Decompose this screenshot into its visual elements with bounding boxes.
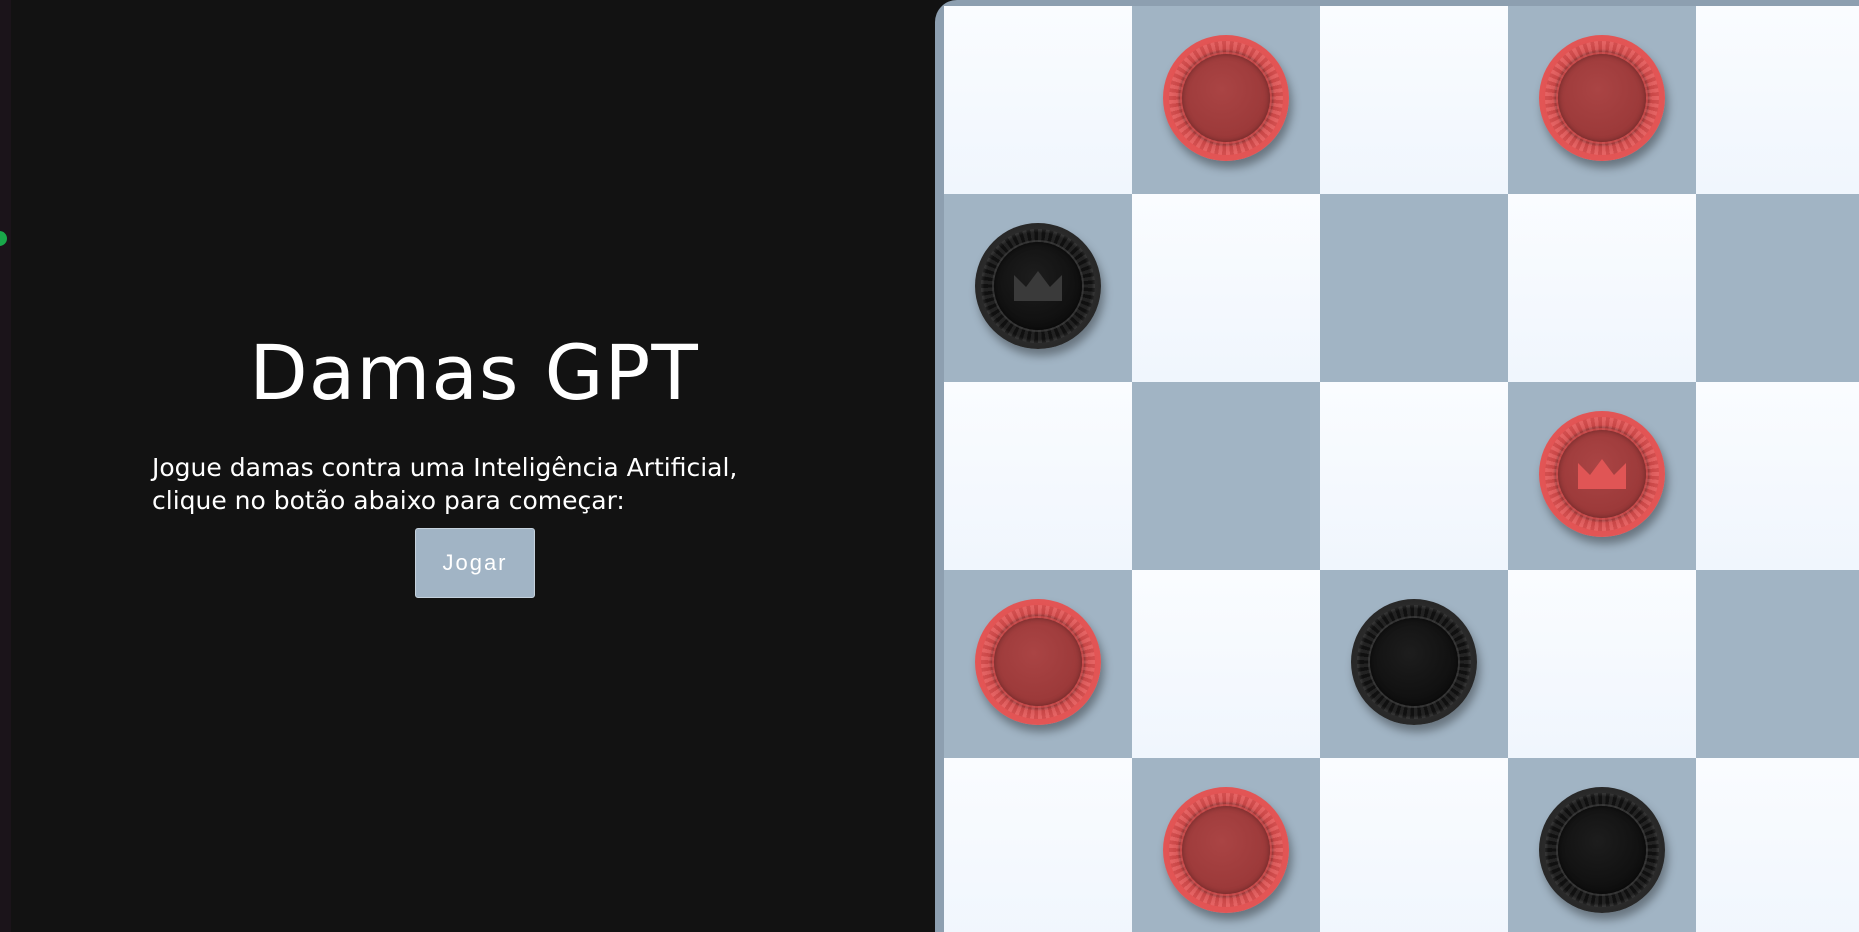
board-square[interactable] <box>1508 194 1696 382</box>
board-square[interactable] <box>1696 382 1859 570</box>
board-square[interactable] <box>1320 758 1508 932</box>
board-square[interactable] <box>944 382 1132 570</box>
crown-icon <box>1578 459 1626 489</box>
play-button[interactable]: Jogar <box>415 528 535 598</box>
board-square[interactable] <box>1132 570 1320 758</box>
board-square[interactable] <box>1320 570 1508 758</box>
board-square[interactable] <box>1508 570 1696 758</box>
board-square[interactable] <box>1508 6 1696 194</box>
board-square[interactable] <box>1508 758 1696 932</box>
intro-description: Jogue damas contra uma Inteligência Arti… <box>152 451 792 517</box>
board-square[interactable] <box>1132 194 1320 382</box>
description-line-1: Jogue damas contra uma Inteligência Arti… <box>152 453 738 482</box>
board-square[interactable] <box>1132 382 1320 570</box>
board-square[interactable] <box>1696 6 1859 194</box>
board-square[interactable] <box>944 194 1132 382</box>
board-square[interactable] <box>944 570 1132 758</box>
board-square[interactable] <box>1320 194 1508 382</box>
board-square[interactable] <box>1696 570 1859 758</box>
board-grid <box>944 6 1859 932</box>
board-square[interactable] <box>1508 382 1696 570</box>
checkers-board <box>935 0 1859 932</box>
red-piece[interactable] <box>1163 35 1289 161</box>
board-square[interactable] <box>944 758 1132 932</box>
crown-icon <box>1014 271 1062 301</box>
black-king-piece[interactable] <box>975 223 1101 349</box>
board-square[interactable] <box>1696 194 1859 382</box>
board-square[interactable] <box>1320 6 1508 194</box>
description-line-2: clique no botão abaixo para começar: <box>152 486 625 515</box>
black-piece[interactable] <box>1351 599 1477 725</box>
red-piece[interactable] <box>1539 35 1665 161</box>
board-square[interactable] <box>1696 758 1859 932</box>
board-square[interactable] <box>1132 758 1320 932</box>
page-title: Damas GPT <box>249 328 699 417</box>
app-page: Damas GPT Jogue damas contra uma Intelig… <box>0 0 1859 932</box>
board-square[interactable] <box>944 6 1132 194</box>
red-king-piece[interactable] <box>1539 411 1665 537</box>
red-piece[interactable] <box>975 599 1101 725</box>
board-square[interactable] <box>1132 6 1320 194</box>
black-piece[interactable] <box>1539 787 1665 913</box>
red-piece[interactable] <box>1163 787 1289 913</box>
intro-panel: Damas GPT Jogue damas contra uma Intelig… <box>0 0 940 932</box>
board-square[interactable] <box>1320 382 1508 570</box>
